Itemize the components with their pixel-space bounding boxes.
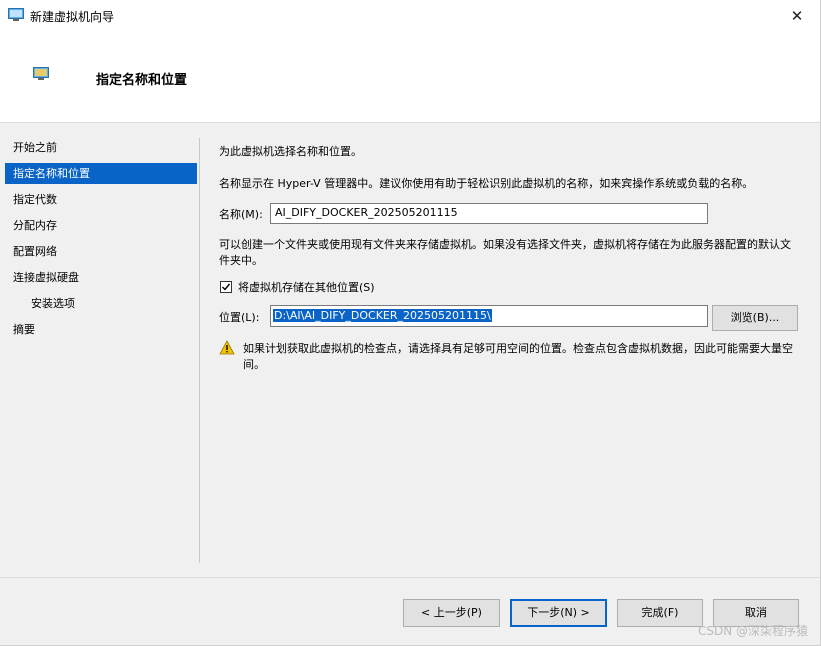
checkmark-icon [222,283,231,291]
window-title: 新建虚拟机向导 [30,10,115,24]
sidebar-divider [199,138,200,563]
store-elsewhere-checkbox[interactable] [220,281,232,293]
step-memory[interactable]: 分配内存 [5,215,197,236]
name-input-value: AI_DIFY_DOCKER_202505201115 [275,206,458,219]
step-install-options[interactable]: 安装选项 [5,293,197,314]
folder-hint-line2: 件夹中。 [219,254,263,267]
location-input[interactable]: D:\AI\AI_DIFY_DOCKER_202505201115\ [270,305,708,327]
name-hint: 名称显示在 Hyper-V 管理器中。建议你使用有助于轻松识别此虚拟机的名称，如… [219,177,754,190]
name-label: 名称(M): [219,208,263,221]
vm-monitor-icon [8,8,24,21]
intro-text: 为此虚拟机选择名称和位置。 [219,145,362,158]
footer-divider [0,577,820,578]
step-before-you-begin[interactable]: 开始之前 [5,137,197,158]
location-input-value: D:\AI\AI_DIFY_DOCKER_202505201115\ [273,309,492,322]
watermark-text: CSDN @深柒程序猿 [697,624,808,638]
finish-button[interactable]: 完成(F) [617,599,703,627]
step-generation[interactable]: 指定代数 [5,189,197,210]
warning-line1: 如果计划获取此虚拟机的检查点，请选择具有足够可用空间的位置。检查点包含虚拟机数据… [243,342,793,355]
store-elsewhere-label[interactable]: 将虚拟机存储在其他位置(S) [238,279,375,296]
title-bar: 新建虚拟机向导 ✕ [0,0,820,31]
previous-button[interactable]: < 上一步(P) [403,599,500,627]
browse-button[interactable]: 浏览(B)... [712,305,798,331]
next-button[interactable]: 下一步(N) > [510,599,607,627]
page-title: 指定名称和位置 [96,73,188,88]
close-icon: ✕ [790,6,804,25]
warning-line2: 间。 [243,358,265,371]
vm-monitor-icon [33,67,49,80]
folder-hint-line1: 可以创建一个文件夹或使用现有文件夹来存储虚拟机。如果没有选择文件夹，虚拟机将存储… [219,238,791,251]
warning-icon [219,340,235,355]
step-name-location[interactable]: 指定名称和位置 [5,163,197,184]
wizard-window: 新建虚拟机向导 ✕ 指定名称和位置 开始之前 指定名称和位置 指定代数 分配内存… [0,0,821,646]
name-input[interactable]: AI_DIFY_DOCKER_202505201115 [270,203,708,224]
wizard-header: 指定名称和位置 [0,31,820,123]
step-summary[interactable]: 摘要 [5,319,197,340]
location-label: 位置(L): [219,311,260,324]
wizard-steps-nav: 开始之前 指定名称和位置 指定代数 分配内存 配置网络 连接虚拟硬盘 安装选项 … [0,123,200,563]
close-button[interactable]: ✕ [774,0,820,31]
step-network[interactable]: 配置网络 [5,241,197,262]
step-virtual-disk[interactable]: 连接虚拟硬盘 [5,267,197,288]
